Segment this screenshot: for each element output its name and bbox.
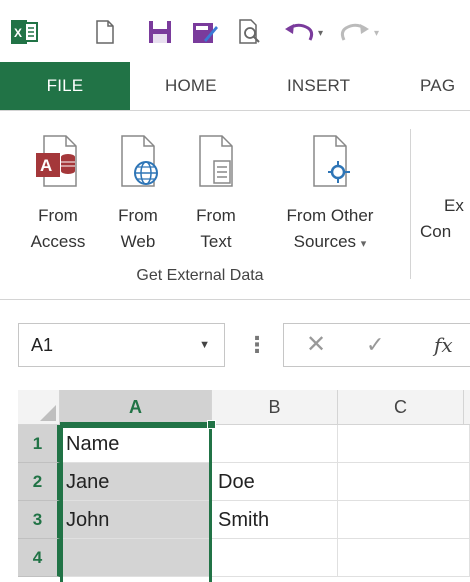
existing-connections-label-1: Ex [444,196,464,215]
from-web-label-1: From [118,206,158,225]
cell-a2[interactable]: Jane [60,463,212,501]
from-access-label-1: From [38,206,78,225]
cell-c1[interactable] [338,425,470,463]
formula-bar-resize-handle[interactable]: ⋮ [246,323,268,367]
from-other-sources-label-1: From Other [286,206,374,225]
worksheet-grid: A B C 1 Name 2 Jane Doe 3 John Smith 4 [0,390,470,582]
cell-c3[interactable] [338,501,470,539]
select-all-button[interactable] [18,390,60,425]
undo-icon[interactable]: ▾ [282,18,332,46]
new-document-icon[interactable] [92,18,118,46]
access-db-icon: A [36,135,80,192]
svg-text:X: X [14,26,22,40]
tab-home[interactable]: HOME [165,62,217,110]
from-text-label-2: Text [200,232,232,251]
existing-connections-label-2: Con [420,222,452,241]
insert-function-icon[interactable]: fx [434,324,453,366]
cell-c2[interactable] [338,463,470,501]
group-divider [410,129,411,279]
existing-connections-button[interactable]: Ex Con [420,193,464,245]
row-header-1[interactable]: 1 [18,425,60,463]
column-header-a[interactable]: A [60,390,212,425]
cell-a4[interactable] [60,539,212,577]
cell-c4[interactable] [338,539,470,577]
from-web-button[interactable]: From Web [98,121,178,271]
chevron-down-icon: ▾ [360,238,367,250]
formula-input[interactable]: ✕ ✓ fx [283,323,470,367]
from-other-sources-label-2: Sources [293,232,357,251]
cell-b1[interactable] [212,425,338,463]
cell-a1[interactable]: Name [60,425,212,463]
row-header-2[interactable]: 2 [18,463,60,501]
formula-bar: A1 ▼ ⋮ ✕ ✓ fx [0,300,470,390]
from-access-button[interactable]: A From Access [18,121,98,271]
select-all-triangle-icon [40,405,56,421]
enter-check-icon[interactable]: ✓ [366,324,384,366]
tab-insert[interactable]: INSERT [287,62,350,110]
name-box-value: A1 [31,335,54,355]
name-box[interactable]: A1 ▼ [18,323,225,367]
excel-logo-icon: X [10,18,40,46]
column-header-c[interactable]: C [338,390,464,425]
group-label-get-external-data: Get External Data [136,267,264,284]
edit-icon[interactable] [190,18,220,46]
other-sources-icon [306,135,354,192]
svg-text:▾: ▾ [374,28,379,39]
chevron-down-icon[interactable]: ▼ [199,324,210,366]
quick-access-toolbar: X ▾ ▾ [0,0,470,62]
from-text-label-1: From [196,206,236,225]
cell-b4[interactable] [212,539,338,577]
cell-b2[interactable]: Doe [212,463,338,501]
text-file-icon [194,135,238,192]
from-text-button[interactable]: From Text [176,121,256,271]
redo-icon[interactable]: ▾ [338,18,388,46]
tab-file[interactable]: FILE [0,62,130,110]
column-header-b[interactable]: B [212,390,338,425]
fill-handle[interactable] [207,420,216,429]
ribbon-tabs: FILE HOME INSERT PAG [0,62,470,110]
cell-a3[interactable]: John [60,501,212,539]
svg-text:A: A [40,156,52,175]
svg-text:▾: ▾ [318,28,323,39]
from-other-sources-button[interactable]: From Other Sources ▾ [260,121,400,271]
row-header-3[interactable]: 3 [18,501,60,539]
cancel-icon[interactable]: ✕ [306,324,326,366]
from-access-label-2: Access [30,232,86,251]
ribbon-panel: A From Access From Web From Text From Ot… [0,110,470,300]
save-icon[interactable] [146,18,174,46]
print-preview-icon[interactable] [236,18,264,46]
row-header-4[interactable]: 4 [18,539,60,577]
web-globe-icon [116,135,160,192]
from-web-label-2: Web [120,232,156,251]
column-header-d[interactable] [464,390,470,425]
cell-b3[interactable]: Smith [212,501,338,539]
tab-page-layout[interactable]: PAG [420,62,455,110]
